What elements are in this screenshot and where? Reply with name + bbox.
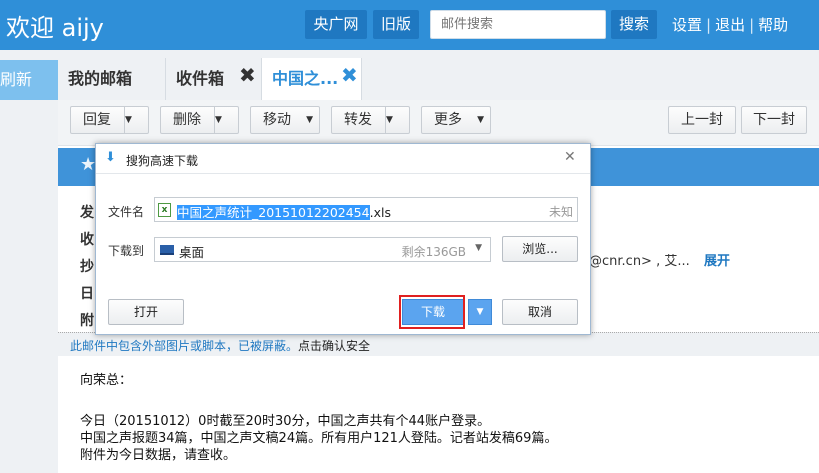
mail-body: 向荣总： 今日（20151012）0时截至20时30分，中国之声共有个44账户登… <box>80 372 557 464</box>
tab-my-mailbox[interactable]: 我的邮箱 <box>58 58 166 100</box>
top-links: 设置 | 退出 | 帮助 <box>672 16 789 34</box>
forward-label: 转发 <box>344 112 372 128</box>
attachment-label: 附 <box>80 313 94 329</box>
reply-button[interactable]: 回复 ▼ <box>70 106 149 134</box>
filename-label: 文件名 <box>108 205 145 219</box>
tab-label: 我的邮箱 <box>68 69 133 88</box>
cancel-button[interactable]: 取消 <box>502 299 578 325</box>
excel-file-icon: x <box>158 203 171 217</box>
dialog-title: 搜狗高速下载 <box>126 154 199 168</box>
download-dialog: ⬇ 搜狗高速下载 ✕ 文件名 x 中国之声统计_20151012202454.x… <box>95 143 591 335</box>
move-button[interactable]: 移动 ▼ <box>250 106 320 134</box>
prev-mail-button[interactable]: 上一封 <box>668 106 736 134</box>
refresh-button[interactable]: 刷新 <box>0 60 58 100</box>
close-icon[interactable]: ✕ <box>564 149 576 165</box>
save-to-label: 下载到 <box>108 244 145 258</box>
expand-link[interactable]: 展开 <box>704 250 730 269</box>
highlight-outline <box>399 295 465 329</box>
cc-label: 抄 <box>80 259 94 275</box>
delete-button[interactable]: 删除 ▼ <box>160 106 239 134</box>
destination-name: 桌面 <box>179 245 205 260</box>
free-space: 剩余136GB <box>401 245 466 259</box>
chevron-down-icon[interactable]: ▼ <box>385 107 409 133</box>
top-bar: 欢迎 aijy 央广网 旧版 搜索 设置|退出|帮助 <box>0 0 819 50</box>
open-button[interactable]: 打开 <box>108 299 184 325</box>
reply-label: 回复 <box>83 112 111 128</box>
desktop-icon <box>160 245 174 255</box>
body-line: 中国之声报题34篇，中国之声文稿24篇。所有用户121人登陆。记者站发稿69篇。 <box>80 431 558 446</box>
from-label: 发 <box>80 205 94 221</box>
greeting: 向荣总： <box>80 373 133 388</box>
tab-inbox[interactable]: 收件箱 ✖ <box>166 58 262 100</box>
browse-button[interactable]: 浏览... <box>502 236 578 262</box>
settings-link[interactable]: 设置 <box>672 16 702 34</box>
logout-link[interactable]: 退出 <box>715 16 745 34</box>
help-link[interactable]: 帮助 <box>758 16 788 34</box>
to-label: 收 <box>80 232 94 248</box>
close-icon[interactable]: ✖ <box>239 54 256 96</box>
warning-text: 此邮件中包含外部图片或脚本，已被屏蔽。点击确认安全 <box>70 337 370 354</box>
destination-select[interactable]: 桌面 剩余136GB ▼ <box>154 237 491 262</box>
chevron-down-icon: ▼ <box>306 115 313 125</box>
file-size: 未知 <box>548 205 573 219</box>
left-sidebar <box>0 50 58 473</box>
star-icon[interactable]: ★ <box>80 154 96 175</box>
delete-label: 删除 <box>173 112 201 128</box>
body-line: 今日（20151012）0时截至20时30分，中国之声共有个44账户登录。 <box>80 414 491 429</box>
welcome-text: 欢迎 aijy <box>6 14 104 42</box>
search-button[interactable]: 搜索 <box>611 10 657 39</box>
more-label: 更多 <box>434 112 462 128</box>
tab-label: 中国之... <box>272 69 339 88</box>
chevron-down-icon: ▼ <box>477 115 484 125</box>
tab-label: 收件箱 <box>176 69 225 88</box>
download-icon: ⬇ <box>105 150 116 165</box>
filename-text: 中国之声统计_20151012202454.xls <box>177 202 391 221</box>
search-input[interactable] <box>430 10 606 39</box>
move-label: 移动 <box>263 112 291 128</box>
chevron-down-icon[interactable]: ▼ <box>468 299 492 325</box>
cnr-button[interactable]: 央广网 <box>305 10 367 39</box>
security-warning-bar: 此邮件中包含外部图片或脚本，已被屏蔽。点击确认安全 <box>58 332 819 356</box>
warning-message: 此邮件中包含外部图片或脚本，已被屏蔽。 <box>70 339 299 353</box>
toolbar: 回复 ▼ 删除 ▼ 移动 ▼ 转发 ▼ 更多 ▼ 上一封 下一封 <box>58 100 819 146</box>
filename-selected: 中国之声统计_20151012202454 <box>177 205 370 220</box>
date-label: 日 <box>80 286 94 302</box>
filename-field[interactable]: x 中国之声统计_20151012202454.xls 未知 <box>154 197 578 222</box>
old-version-button[interactable]: 旧版 <box>373 10 419 39</box>
tab-current-mail[interactable]: 中国之... ✖ <box>262 58 362 100</box>
chevron-down-icon[interactable]: ▼ <box>214 107 238 133</box>
chevron-down-icon[interactable]: ▼ <box>124 107 148 133</box>
body-line: 附件为今日数据，请查收。 <box>80 448 237 463</box>
dialog-title-bar: ⬇ 搜狗高速下载 ✕ <box>96 144 590 174</box>
next-mail-button[interactable]: 下一封 <box>741 106 807 134</box>
close-icon[interactable]: ✖ <box>341 54 358 96</box>
forward-button[interactable]: 转发 ▼ <box>331 106 410 134</box>
chevron-down-icon: ▼ <box>475 243 482 253</box>
confirm-safe-link[interactable]: 点击确认安全 <box>298 339 370 353</box>
filename-extension: .xls <box>369 205 391 220</box>
cc-recipients: @cnr.cn> , 艾... <box>589 254 690 269</box>
mail-header-labels: 发 收 抄 日 附 <box>80 200 94 335</box>
tab-bar: 我的邮箱 收件箱 ✖ 中国之... ✖ <box>58 58 819 100</box>
more-button[interactable]: 更多 ▼ <box>421 106 491 134</box>
